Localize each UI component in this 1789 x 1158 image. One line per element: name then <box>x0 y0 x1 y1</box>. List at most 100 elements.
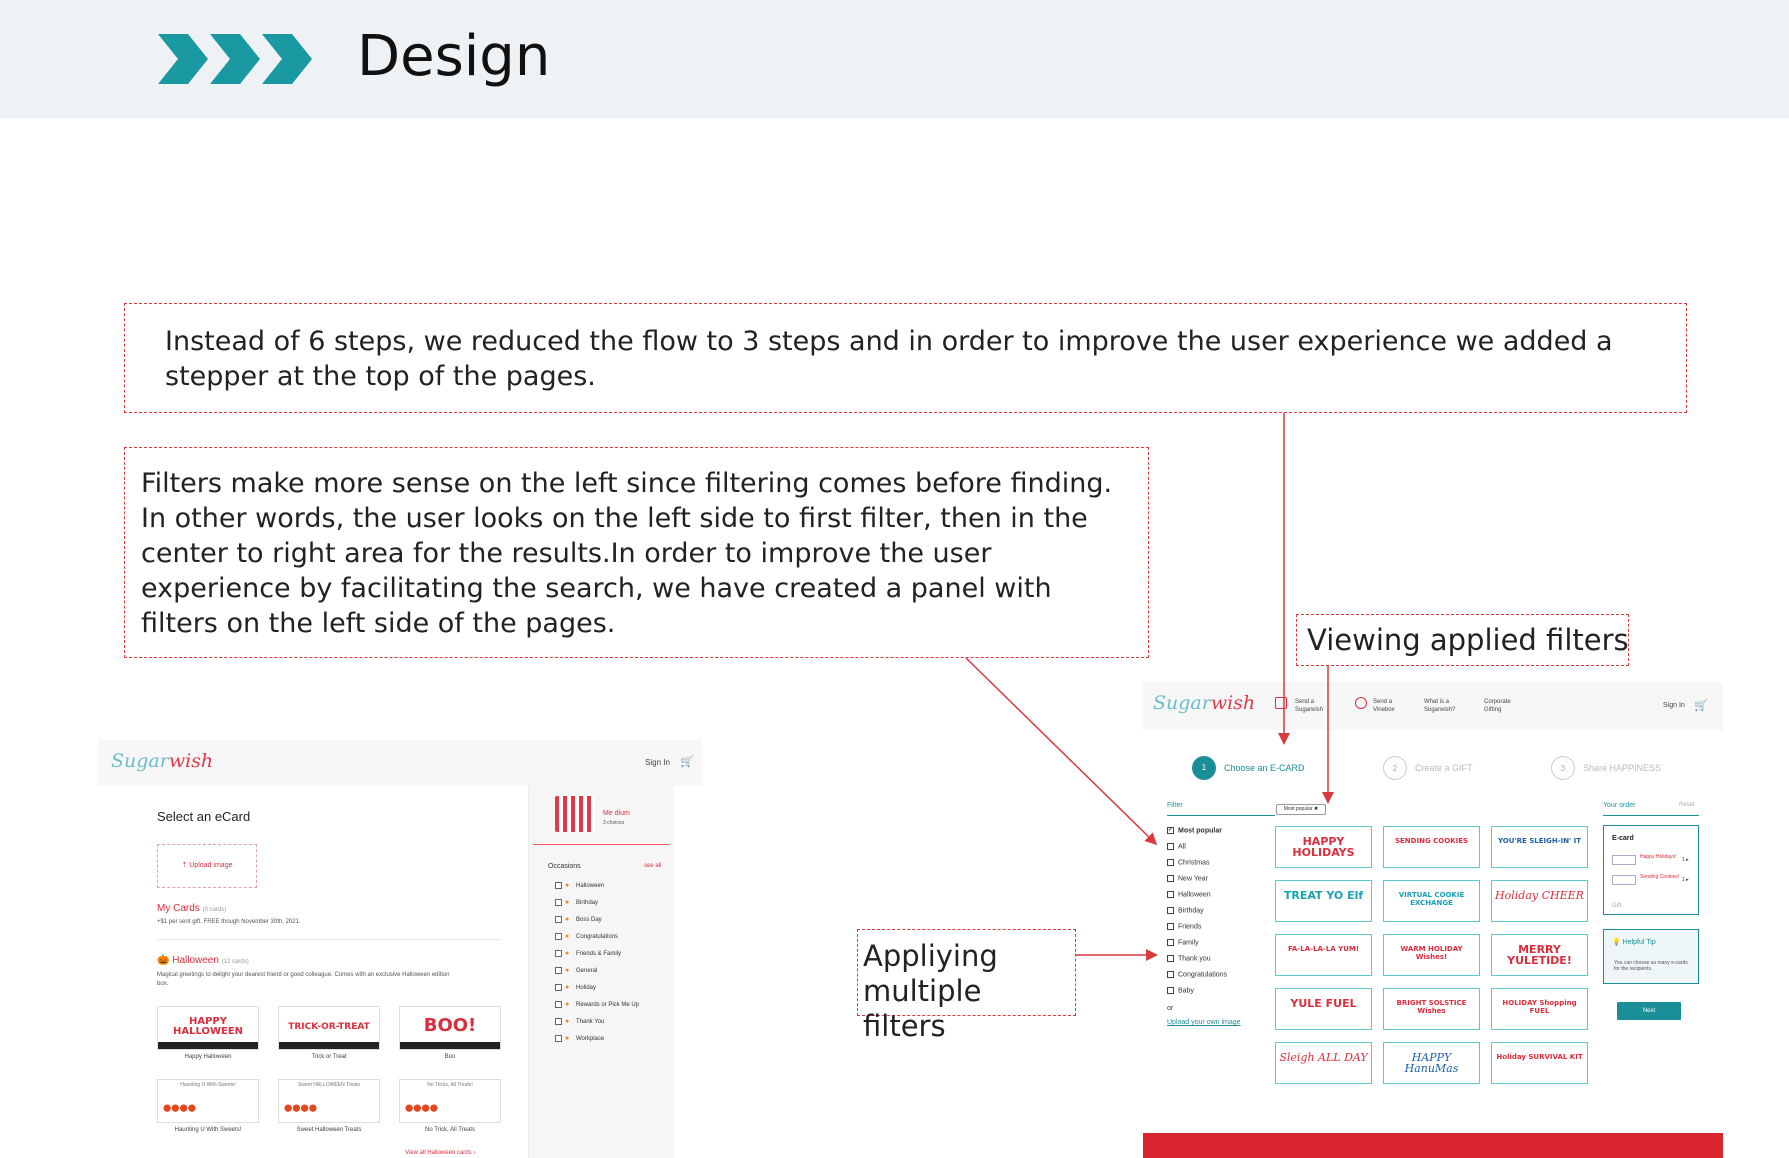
occasion-item[interactable]: ● Holiday <box>555 984 596 991</box>
gift-icon <box>1275 697 1287 709</box>
occasion-item[interactable]: ● Thank You <box>555 1018 604 1025</box>
my-cards-heading: My Cards (0 cards) <box>157 903 227 914</box>
helpful-tip-title: 💡 Helpful Tip <box>1612 939 1656 946</box>
see-all-link[interactable]: see all <box>644 863 661 869</box>
upload-own-image-link[interactable]: Upload your own image <box>1167 1019 1241 1026</box>
note-viewing-filters: Viewing applied filters <box>1296 614 1629 666</box>
nav-send-vinebox[interactable]: Send a Vinebox <box>1373 698 1395 714</box>
ecard-thumbnail <box>1612 875 1636 885</box>
order-item: Sending Cookies! 1 ▸ <box>1612 874 1694 888</box>
filter-heading: Filter <box>1167 802 1183 809</box>
order-box: E-card Happy Holidays! 1 ▸ Sending Cooki… <box>1603 825 1699 915</box>
filter-baby[interactable]: Baby <box>1167 987 1194 994</box>
filter-congratulations[interactable]: Congratulations <box>1167 971 1227 978</box>
ecard-yule-fuel[interactable]: YULE FUEL <box>1275 988 1372 1030</box>
ecard-sleighin-it[interactable]: YOU'RE SLEIGH-IN' IT <box>1491 826 1588 868</box>
step-1-circle: 1 <box>1192 756 1216 780</box>
filter-family[interactable]: Family <box>1167 939 1199 946</box>
occasion-item[interactable]: ● Boss Day <box>555 916 602 923</box>
chevrons-icon <box>158 34 312 84</box>
or-label: or <box>1167 1005 1174 1012</box>
view-all-halloween-link[interactable]: View all Halloween cards › <box>405 1150 475 1156</box>
occasion-item[interactable]: ● Congratulations <box>555 933 618 940</box>
occasion-item[interactable]: ● General <box>555 967 597 974</box>
quantity-stepper[interactable]: 1 ▸ <box>1682 877 1689 883</box>
order-item-name: Sending Cookies! <box>1640 874 1680 880</box>
before-mockup: Sugarwish Sign In 🛒 Select an eCard ⇡ Up… <box>98 740 702 1158</box>
note-filters: Filters make more sense on the left sinc… <box>124 447 1149 658</box>
nav-what-is-sugarwish[interactable]: What is a Sugarwish? <box>1424 698 1455 714</box>
filter-birthday[interactable]: Birthday <box>1167 907 1204 914</box>
ecard-happy-hanumas[interactable]: HAPPY HanuMas <box>1383 1042 1480 1084</box>
your-order-heading: Your order <box>1603 802 1636 809</box>
sugarwish-logo[interactable]: Sugarwish <box>1153 692 1255 714</box>
sugarwish-logo[interactable]: Sugarwish <box>111 750 213 772</box>
occasion-item[interactable]: ● Birthday <box>555 899 598 906</box>
occasion-item[interactable]: ● Friends & Family <box>555 950 621 957</box>
filter-friends[interactable]: Friends <box>1167 923 1201 930</box>
ecard-happy-holidays[interactable]: HAPPY HOLIDAYS <box>1275 826 1372 868</box>
ecard-treat-yo-elf[interactable]: TREAT YO Elf <box>1275 880 1372 922</box>
filter-most-popular[interactable]: ✓ Most popular <box>1167 827 1222 834</box>
applied-filter-chip[interactable]: Most popular ✖ <box>1276 804 1326 815</box>
wine-icon <box>1355 697 1367 709</box>
divider <box>157 939 500 940</box>
order-item: Happy Holidays! 1 ▸ <box>1612 854 1694 868</box>
ecard-warm-holiday-wishes[interactable]: WARM HOLIDAY Wishes! <box>1383 934 1480 976</box>
order-item-name: Happy Holidays! <box>1640 854 1677 860</box>
ecard-no-tricks[interactable]: No Tricks, All Treats! ●●●● <box>399 1079 501 1123</box>
ecard-fa-la-la-yum[interactable]: FA-LA-LA-LA YUM! <box>1275 934 1372 976</box>
quantity-stepper[interactable]: 1 ▸ <box>1682 857 1689 863</box>
ecard-holiday-survival-kit[interactable]: Holiday SURVIVAL KIT <box>1491 1042 1588 1084</box>
cart-icon[interactable]: 🛒 <box>1694 699 1708 712</box>
ecard-virtual-cookie-exchange[interactable]: VIRTUAL COOKIE EXCHANGE <box>1383 880 1480 922</box>
before-topbar: Sugarwish Sign In 🛒 <box>98 740 702 786</box>
select-ecard-title: Select an eCard <box>157 809 251 824</box>
ecard-sleigh-all-day[interactable]: Sleigh ALL DAY <box>1275 1042 1372 1084</box>
ecard-holiday-cheer[interactable]: Holiday CHEER <box>1491 880 1588 922</box>
ecard-sweet-halloween-treats[interactable]: Sweet HALLOWEEN Treats ●●●● <box>278 1079 380 1123</box>
upload-image-button[interactable]: ⇡ Upload image <box>157 844 257 888</box>
ecard-boo[interactable]: BOO! <box>399 1006 501 1050</box>
before-side-panel: Me dium 3 choices Occasions see all ● Hal… <box>528 786 674 1158</box>
filter-thank-you[interactable]: Thank you <box>1167 955 1211 962</box>
helpful-tip-box: 💡 Helpful Tip You can choose as many e-c… <box>1603 929 1699 984</box>
occasion-item[interactable]: ● Halloween <box>555 882 604 889</box>
sign-in-link[interactable]: Sign In <box>645 758 670 767</box>
filter-christmas[interactable]: Christmas <box>1167 859 1210 866</box>
divider <box>1603 815 1699 816</box>
ecard-caption: No Trick, All Treats <box>424 1127 475 1133</box>
step-1-label[interactable]: Choose an E-CARD <box>1224 763 1305 773</box>
sign-in-link[interactable]: Sign In <box>1663 702 1685 709</box>
step-2-circle: 2 <box>1383 756 1407 780</box>
gift-box-image <box>555 796 595 832</box>
occasion-item[interactable]: ● Rewards or Pick Me Up <box>555 1001 639 1008</box>
ecard-trick-or-treat[interactable]: TRICK-OR-TREAT <box>278 1006 380 1050</box>
ecard-haunting-sweets[interactable]: Haunting U With Sweets! ●●●● <box>157 1079 259 1123</box>
ecard-merry-yuletide[interactable]: MERRY YULETIDE! <box>1491 934 1588 976</box>
reset-link[interactable]: Reset <box>1679 802 1695 808</box>
section-header: Design <box>0 0 1789 118</box>
nav-send-sugarwish[interactable]: Send a Sugarwish <box>1295 698 1323 714</box>
ecard-happy-halloween[interactable]: HAPPY HALLOWEEN <box>157 1006 259 1050</box>
ecard-holiday-shopping-fuel[interactable]: HOLIDAY Shopping FUEL <box>1491 988 1588 1030</box>
after-topbar: Sugarwish Send a Sugarwish Send a Vinebox … <box>1143 682 1723 730</box>
occasion-item[interactable]: ● Workplace <box>555 1035 604 1042</box>
step-2-label[interactable]: Create a GIFT <box>1415 763 1473 773</box>
filter-halloween[interactable]: Halloween <box>1167 891 1211 898</box>
halloween-description: Magical greetings to delight your deares… <box>157 972 450 987</box>
ecard-caption: Boo <box>444 1054 456 1060</box>
ecard-bright-solstice[interactable]: BRIGHT SOLSTICE Wishes <box>1383 988 1480 1030</box>
occasions-heading: Occasions <box>548 863 581 870</box>
filter-all[interactable]: All <box>1167 843 1186 850</box>
ecard-caption: Happy Halloween <box>184 1054 232 1060</box>
order-choices: 3 choices <box>603 820 625 826</box>
ecard-sending-cookies[interactable]: SENDING COOKIES <box>1383 826 1480 868</box>
helpful-tip-text: You can choose as many e-cards for the r… <box>1614 960 1688 972</box>
cart-icon[interactable]: 🛒 <box>680 755 694 768</box>
order-size: Me dium <box>603 810 630 817</box>
filter-new-year[interactable]: New Year <box>1167 875 1208 882</box>
nav-corporate-gifting[interactable]: Corporate Gifting <box>1484 698 1511 714</box>
step-3-label[interactable]: Share HAPPINESS <box>1583 763 1661 773</box>
next-button[interactable]: Next <box>1617 1002 1681 1020</box>
